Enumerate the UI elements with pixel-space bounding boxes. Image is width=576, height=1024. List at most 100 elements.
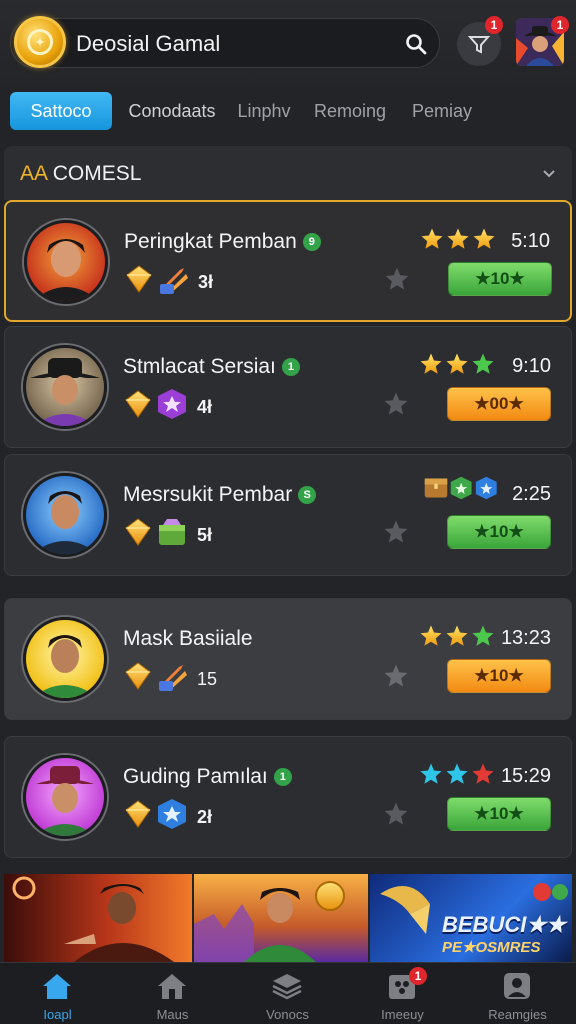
green-chest-icon — [159, 519, 185, 545]
gem-icon — [125, 390, 151, 418]
tab-remoing[interactable]: Remoing — [308, 92, 392, 130]
home-icon — [43, 974, 71, 999]
gold-star-icon — [447, 354, 468, 374]
reward-button[interactable]: ★10★ — [447, 797, 551, 831]
match-timer: 13:23 — [500, 627, 551, 649]
tab-linphv[interactable]: Linphv — [230, 92, 298, 130]
player-name: Stmlacat Sersiaı 1 — [123, 355, 300, 379]
blue-box-icon — [158, 799, 186, 829]
level-badge: 1 — [281, 358, 300, 377]
gold-star-icon — [421, 354, 442, 374]
search-icon[interactable] — [404, 32, 428, 56]
player-name: Mesrsukit Pembar S — [123, 483, 317, 507]
player-portrait — [23, 345, 107, 429]
rating-stars — [415, 351, 515, 377]
item-count: 5ł — [197, 525, 213, 545]
promo-subtitle: PE★OSMRES — [442, 939, 541, 956]
gem-icon — [125, 662, 151, 690]
promo-banner-hero[interactable] — [194, 874, 368, 962]
favorite-star-icon[interactable] — [384, 266, 410, 292]
arrows-icon — [159, 665, 187, 691]
player-card[interactable]: Stmlacat Sersiaı 1 4ł 9:10 ★00★ — [4, 326, 572, 448]
nav-label: Ioapl — [43, 1007, 72, 1022]
reward-button[interactable]: ★10★ — [447, 515, 551, 549]
hero-art-icon — [194, 881, 345, 962]
player-portrait — [24, 220, 108, 304]
player-card[interactable]: Guding Pamılaı 1 2ł 15:29 ★10★ — [4, 736, 572, 858]
portrait-face-icon — [30, 358, 100, 426]
nav-label: Reamgies — [488, 1007, 547, 1022]
section-accent: AA — [20, 162, 47, 185]
gold-star-icon — [474, 229, 495, 249]
green-star-icon — [473, 354, 494, 374]
nav-item-vonocs[interactable]: Vonocs — [230, 963, 345, 1024]
tab-pemiay[interactable]: Pemiay — [404, 92, 480, 130]
nav-label: Imeeuy — [381, 1007, 424, 1022]
player-portrait — [23, 755, 107, 839]
gem-icon — [125, 800, 151, 828]
nav-item-imeeuy[interactable]: 1 Imeeuy — [345, 963, 460, 1024]
layers-icon — [272, 974, 302, 1000]
red-star-icon — [473, 764, 494, 784]
player-name: Guding Pamılaı 1 — [123, 765, 292, 789]
reward-button[interactable]: ★10★ — [447, 659, 551, 693]
rating-items — [424, 476, 497, 500]
match-timer: 5:10 — [511, 230, 550, 252]
tab-conodaats[interactable]: Conodaats — [122, 92, 222, 130]
promo-banners: BEBUCI★★ PE★OSMRES — [4, 874, 572, 962]
level-badge: S — [298, 486, 317, 505]
cyan-star-icon — [421, 764, 442, 784]
player-name: Mask Basiiale — [123, 627, 253, 650]
level-badge: 1 — [273, 768, 292, 787]
bottom-nav: Ioapl Maus Vonocs 1 Imeeuy Reamgies — [0, 962, 576, 1024]
portrait-face-icon — [33, 239, 99, 301]
item-count: 3ł — [198, 272, 214, 292]
gold-star-icon — [421, 626, 442, 646]
section-header[interactable]: AA COMESL — [4, 146, 572, 200]
cyan-star-icon — [447, 764, 468, 784]
favorite-star-icon[interactable] — [383, 801, 409, 827]
favorite-star-icon[interactable] — [383, 663, 409, 689]
nav-item-reamgies[interactable]: Reamgies — [460, 963, 575, 1024]
player-card[interactable]: Mesrsukit Pembar S 5ł 2:25 ★10★ — [4, 454, 572, 576]
nav-item-home[interactable]: Ioapl — [0, 963, 115, 1024]
item-count: 2ł — [197, 807, 213, 827]
portrait-face-icon — [32, 491, 98, 554]
nav-item-maus[interactable]: Maus — [115, 963, 230, 1024]
gold-star-icon — [422, 229, 443, 249]
player-card[interactable]: Mask Basiiale 15 13:23 ★10★ — [4, 598, 572, 720]
portrait-face-icon — [32, 635, 98, 698]
notification-badge: 1 — [485, 16, 503, 34]
nav-label: Maus — [156, 1007, 189, 1022]
purple-box-icon — [158, 389, 186, 419]
promo-banner-event[interactable]: BEBUCI★★ PE★OSMRES — [370, 874, 572, 962]
match-timer: 15:29 — [500, 765, 551, 787]
favorite-star-icon[interactable] — [383, 519, 409, 545]
nav-label: Vonocs — [266, 1007, 309, 1022]
app-title: Deosial Gamal — [76, 31, 221, 56]
profile-icon — [504, 973, 530, 999]
favorite-star-icon[interactable] — [383, 391, 409, 417]
gold-star-icon — [447, 626, 468, 646]
chevron-down-icon[interactable] — [540, 164, 558, 182]
coin-logo-icon[interactable]: ✦ — [14, 16, 66, 68]
tab-sattoco[interactable]: Sattoco — [10, 92, 112, 130]
green-star-icon — [473, 626, 494, 646]
gem-icon — [125, 518, 151, 546]
treasure-chest-icon — [424, 478, 448, 498]
item-count: 15 — [197, 669, 218, 689]
reward-button[interactable]: ★10★ — [448, 262, 552, 296]
rating-stars — [416, 226, 516, 252]
nav-badge: 1 — [409, 967, 427, 985]
promo-banner-fighter[interactable] — [4, 874, 192, 962]
reward-button[interactable]: ★00★ — [447, 387, 551, 421]
top-bar: ✦ Deosial Gamal 1 1 — [0, 0, 576, 84]
search-bar[interactable] — [10, 18, 440, 68]
player-card[interactable]: Peringkat Pemban 9 3ł 5:10 ★10★ — [4, 200, 572, 322]
arrows-icon — [160, 268, 188, 294]
gem-icon — [126, 265, 152, 293]
green-box-icon — [450, 476, 472, 500]
fighter-art-icon — [12, 876, 174, 962]
promo-title: BEBUCI★★ — [442, 912, 566, 937]
category-tabs: Sattoco Conodaats Linphv Remoing Pemiay — [0, 86, 576, 134]
